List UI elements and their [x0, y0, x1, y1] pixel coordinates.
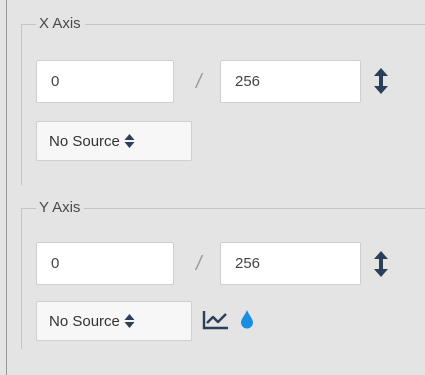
y-axis-legend: Y Axis: [36, 198, 85, 218]
swap-vertical-icon[interactable]: [372, 249, 390, 279]
y-axis-max-input[interactable]: [220, 242, 361, 285]
y-axis-min-input[interactable]: [36, 242, 174, 285]
sort-icon: [124, 134, 135, 148]
x-axis-source-label: No Source: [49, 132, 120, 150]
y-axis-source-label: No Source: [49, 312, 120, 330]
sort-icon: [124, 314, 135, 328]
axis-settings-panel: X Axis / No Source Y Axis / No Source: [6, 0, 425, 375]
y-axis-source-select[interactable]: No Source: [36, 301, 192, 341]
water-drop-icon[interactable]: [240, 309, 254, 329]
x-axis-separator: /: [196, 71, 202, 93]
y-axis-separator: /: [196, 253, 202, 275]
line-chart-icon[interactable]: [202, 309, 230, 331]
x-axis-legend: X Axis: [36, 14, 85, 34]
x-axis-min-input[interactable]: [36, 60, 174, 103]
swap-vertical-icon[interactable]: [372, 66, 390, 96]
x-axis-max-input[interactable]: [220, 60, 361, 103]
x-axis-source-select[interactable]: No Source: [36, 121, 192, 161]
